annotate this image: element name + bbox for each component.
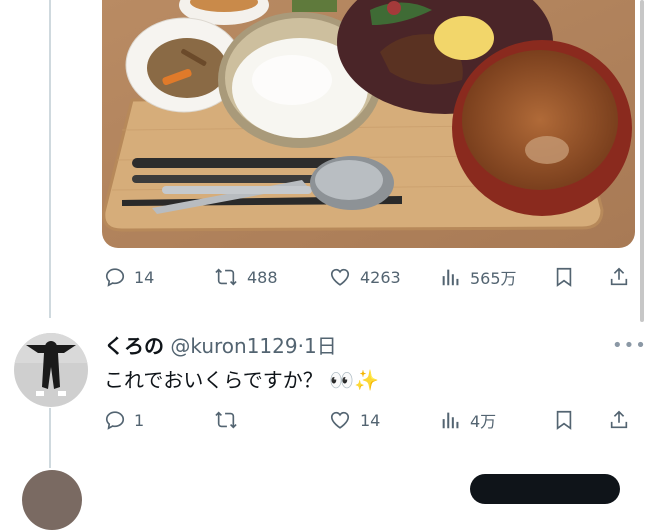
share-button[interactable]	[608, 263, 630, 291]
reply-avatar[interactable]	[14, 333, 88, 407]
share-icon	[610, 267, 628, 286]
next-follow-button[interactable]	[470, 474, 620, 504]
like-button[interactable]: 14	[328, 406, 380, 434]
scrollbar[interactable]	[640, 0, 644, 322]
views-button[interactable]: 565万	[440, 263, 517, 291]
reply-header: くろの @kuron1129·1日	[104, 330, 337, 359]
reply-count: 14	[134, 267, 155, 287]
views-icon	[442, 269, 459, 286]
reply-actions: 1 14 4万	[100, 406, 635, 434]
user-handle[interactable]: @kuron1129	[170, 334, 297, 358]
reply-emoji: 👀✨	[329, 368, 379, 392]
retweet-button[interactable]: 488	[213, 263, 278, 291]
display-name[interactable]: くろの	[104, 334, 164, 358]
reply-icon	[105, 268, 125, 287]
tweet-photo[interactable]	[102, 0, 635, 248]
view-count: 4万	[470, 412, 497, 431]
reply-count: 1	[134, 410, 145, 430]
bookmark-icon	[556, 267, 572, 287]
reply-body: これでおいくらですか？	[104, 368, 323, 392]
view-count: 565万	[470, 269, 517, 288]
bookmark-button[interactable]	[554, 406, 574, 434]
bookmark-icon	[556, 410, 572, 430]
thread-line-top	[49, 0, 51, 318]
more-icon[interactable]: •••	[612, 335, 647, 356]
thread-line-bottom	[49, 408, 51, 468]
retweet-icon	[215, 411, 237, 429]
reply-button[interactable]: 1	[104, 406, 144, 434]
top-tweet-actions: 14 488 4263 565万	[100, 263, 635, 291]
like-count: 14	[360, 410, 381, 430]
avatar-image	[14, 333, 88, 407]
reply-icon	[105, 411, 125, 430]
reply-text: これでおいくらですか？ 👀✨	[104, 364, 379, 393]
share-button[interactable]	[608, 406, 630, 434]
share-icon	[610, 410, 628, 429]
like-count: 4263	[360, 267, 401, 287]
like-icon	[330, 411, 350, 429]
next-reply-avatar[interactable]	[22, 470, 82, 530]
retweet-count: 488	[247, 267, 278, 287]
reply-button[interactable]: 14	[104, 263, 154, 291]
bookmark-button[interactable]	[554, 263, 574, 291]
views-button[interactable]: 4万	[440, 406, 496, 434]
views-icon	[442, 412, 459, 429]
like-icon	[330, 268, 350, 286]
meal-photo-illustration	[102, 0, 635, 248]
retweet-icon	[215, 268, 237, 286]
like-button[interactable]: 4263	[328, 263, 401, 291]
timestamp[interactable]: 1日	[304, 334, 337, 358]
retweet-button[interactable]	[213, 406, 247, 434]
